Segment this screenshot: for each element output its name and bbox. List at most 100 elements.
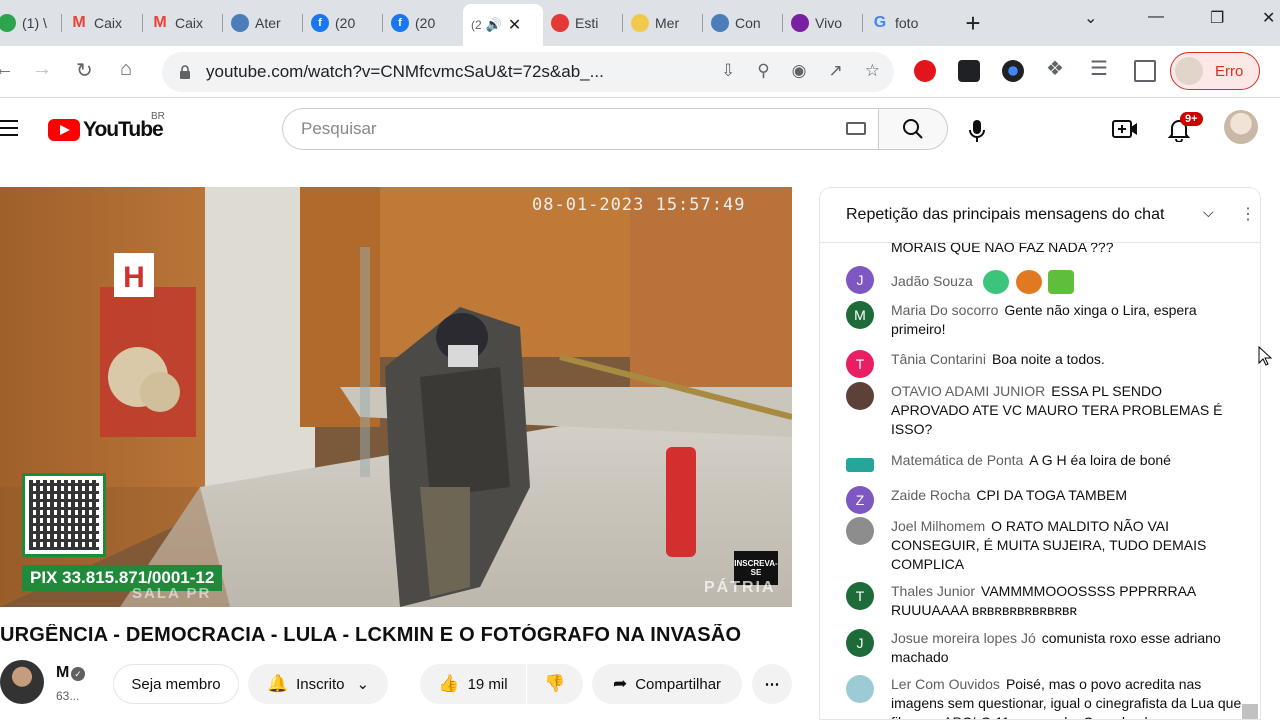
minimize-button[interactable]: — (1148, 8, 1164, 26)
vivo-icon (791, 14, 809, 32)
browser-tab[interactable]: M Caix (143, 6, 223, 40)
site-icon (551, 14, 569, 32)
tab-search-icon[interactable]: ⌄ (1084, 8, 1097, 28)
chevron-down-icon[interactable]: ⌵ (1203, 204, 1214, 221)
chat-author-name[interactable]: Josue moreira lopes Jó (891, 630, 1036, 646)
notification-badge: 9+ (1180, 112, 1203, 126)
browser-tab-active[interactable]: (2 🔊 ✕ (463, 4, 543, 46)
account-avatar[interactable] (1224, 110, 1258, 144)
browser-tab[interactable]: (1) \ (0, 6, 70, 40)
chat-author-name[interactable]: Ler Com Ouvidos (891, 676, 1000, 692)
more-vert-icon[interactable]: ⋮ (1240, 204, 1256, 224)
gmail-icon: M (153, 14, 167, 31)
chat-message: J Josue moreira lopes Jó comunista roxo e… (846, 629, 1242, 667)
watermark-right: PÁTRIA (704, 579, 776, 596)
browser-tab[interactable]: Mer (623, 6, 703, 40)
chat-author-name[interactable]: Tânia Contarini (891, 351, 986, 367)
keyboard-icon[interactable] (846, 122, 866, 135)
browser-tab[interactable]: Con (703, 6, 783, 40)
chat-author-avatar[interactable] (846, 675, 874, 703)
chat-author-name[interactable]: OTAVIO ADAMI JUNIOR (891, 383, 1045, 399)
address-bar[interactable]: youtube.com/watch?v=CNMfcvmcSaU&t=72s&ab… (162, 52, 894, 92)
forward-button[interactable]: → (32, 58, 52, 81)
chat-message: J Jadão Souza (846, 266, 1242, 294)
close-tab-icon[interactable]: ✕ (508, 15, 521, 35)
channel-name[interactable]: M (56, 664, 69, 682)
side-panel-icon[interactable] (1134, 60, 1156, 82)
chat-author-name[interactable]: Joel Milhomem (891, 518, 985, 534)
chat-author-avatar[interactable]: T (846, 582, 874, 610)
join-button[interactable]: Seja membro (113, 664, 239, 704)
create-button[interactable] (1112, 118, 1138, 145)
opera-extension-icon[interactable] (914, 60, 936, 82)
new-tab-button[interactable]: + (958, 9, 988, 39)
chat-author-avatar[interactable] (846, 382, 874, 410)
browser-tab[interactable]: G foto (863, 6, 943, 40)
browser-tab-strip: (1) \ M Caix M Caix Ater f (20 f (20 (2 … (0, 0, 1280, 46)
install-app-icon[interactable]: ⇩ (721, 61, 735, 81)
chat-author-avatar[interactable]: J (846, 266, 874, 294)
chat-author-avatar[interactable] (846, 458, 874, 472)
back-button[interactable]: ← (0, 58, 14, 81)
share-icon[interactable]: ↗ (829, 61, 843, 81)
voice-search-button[interactable] (968, 120, 986, 147)
video-player[interactable]: H 08-01-2023 15:57:49 PIX 33.815.871/000… (0, 187, 792, 607)
chat-author-avatar[interactable]: T (846, 350, 874, 378)
chat-author-name[interactable]: Jadão Souza (891, 273, 973, 289)
browser-tab[interactable]: Esti (543, 6, 623, 40)
browser-tab[interactable]: Vivo (783, 6, 863, 40)
chat-author-name[interactable]: Matemática de Ponta (891, 452, 1023, 468)
zoom-icon[interactable]: ⚲ (757, 61, 769, 81)
chat-message: T Tânia Contarini Boa noite a todos. (846, 350, 1242, 378)
qr-code (22, 473, 106, 557)
chat-message: Joel Milhomem O RATO MALDITO NÃO VAI CONS… (846, 517, 1242, 574)
chat-author-name[interactable]: Thales Junior (891, 583, 975, 599)
browser-tab[interactable]: M Caix (62, 6, 142, 40)
browser-tab[interactable]: Ater (223, 6, 303, 40)
home-button[interactable]: ⌂ (120, 58, 132, 81)
chat-author-avatar[interactable]: J (846, 629, 874, 657)
live-chat-panel: Repetição das principais mensagens do ch… (819, 187, 1261, 720)
media-control-icon[interactable]: ☰ (1090, 56, 1112, 80)
share-button[interactable]: ➦ Compartilhar (592, 664, 742, 704)
like-button[interactable]: 👍 19 mil (420, 664, 526, 704)
chat-author-avatar[interactable]: Z (846, 486, 874, 514)
site-icon (231, 14, 249, 32)
menu-icon[interactable] (0, 120, 18, 141)
dislike-button[interactable]: 👎 (527, 664, 583, 704)
chat-message: Z Zaide Rocha CPI DA TOGA TAMBEM (846, 486, 1242, 514)
reload-button[interactable]: ↻ (76, 58, 93, 83)
extension-icon[interactable] (1002, 60, 1024, 82)
chat-header: Repetição das principais mensagens do ch… (820, 188, 1260, 243)
puzzle-icon[interactable]: ❖ (1046, 56, 1068, 80)
chat-author-name[interactable]: Maria Do socorro (891, 302, 998, 318)
chat-author-name[interactable]: Zaide Rocha (891, 487, 970, 503)
create-video-icon (1112, 120, 1137, 138)
chat-message: Matemática de Ponta A G H éa loira de bon… (846, 451, 1242, 472)
chat-author-avatar[interactable] (846, 517, 874, 545)
close-window-button[interactable]: ✕ (1262, 8, 1275, 28)
chevron-down-icon: ⌄ (356, 676, 370, 693)
chat-mode-selector[interactable]: Repetição das principais mensagens do ch… (846, 206, 1164, 224)
extension-icon[interactable] (958, 60, 980, 82)
browser-tab[interactable]: f (20 (303, 6, 383, 40)
search-icon (903, 119, 923, 139)
chat-message: OTAVIO ADAMI JUNIOR ESSA PL SENDO APROVAD… (846, 382, 1242, 439)
eye-off-icon[interactable]: ◉ (792, 61, 807, 81)
restore-button[interactable]: ❐ (1210, 8, 1224, 28)
search-input[interactable] (301, 119, 821, 139)
youtube-logo[interactable]: YouTube BR (48, 111, 165, 142)
speaker-icon[interactable]: 🔊 (486, 17, 502, 33)
more-actions-button[interactable]: ⋯ (752, 664, 792, 704)
subscribed-button[interactable]: 🔔 Inscrito ⌄ (248, 664, 388, 704)
emoji-icon (1015, 270, 1042, 294)
search-button[interactable] (878, 108, 948, 150)
browser-toolbar: ← → ↻ ⌂ youtube.com/watch?v=CNMfcvmcSaU&… (0, 46, 1280, 98)
bookmark-star-icon[interactable]: ☆ (865, 61, 880, 81)
browser-tab[interactable]: f (20 (383, 6, 463, 40)
chat-author-avatar[interactable]: M (846, 301, 874, 329)
chat-scrollbar[interactable] (1242, 704, 1258, 719)
channel-avatar[interactable] (0, 660, 44, 704)
url-text[interactable]: youtube.com/watch?v=CNMfcvmcSaU&t=72s&ab… (206, 62, 604, 82)
profile-button[interactable]: Erro (1170, 52, 1260, 90)
